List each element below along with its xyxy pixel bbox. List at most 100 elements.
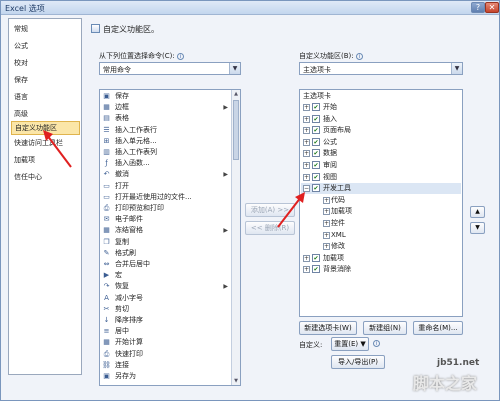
tree-tab-item[interactable]: + ✔ 页面布局: [301, 125, 461, 136]
expand-icon[interactable]: +: [303, 127, 310, 135]
tab-checkbox[interactable]: ✔: [312, 126, 320, 135]
tab-checkbox[interactable]: ✔: [312, 103, 320, 111]
tree-tab-item[interactable]: + ✔ 开始: [301, 102, 461, 113]
expand-icon[interactable]: +: [303, 104, 310, 111]
ribbon-tabs-select[interactable]: 主选项卡 ▼: [299, 62, 463, 75]
tree-group-item[interactable]: + XML: [301, 230, 461, 241]
tree-tab-item[interactable]: + ✔ 数据: [301, 148, 461, 159]
sidebar-item-save[interactable]: 保存: [11, 73, 80, 87]
expand-icon[interactable]: +: [303, 150, 310, 158]
expand-icon[interactable]: +: [303, 173, 310, 181]
tab-checkbox[interactable]: ✔: [312, 149, 320, 158]
command-item[interactable]: ▶ 宏: [100, 270, 232, 281]
link-icon: ⛓: [102, 360, 111, 369]
sidebar-item-trust-center[interactable]: 信任中心: [11, 170, 80, 184]
tab-checkbox[interactable]: ✔: [312, 172, 320, 181]
command-item[interactable]: ✂ 剪切: [100, 304, 232, 315]
import-export-button[interactable]: 导入/导出(P): [331, 355, 385, 369]
command-item[interactable]: ↶ 撤消 ▶: [100, 169, 232, 180]
command-item[interactable]: ▣ 保存: [100, 91, 232, 102]
reset-button[interactable]: 重置(E) ▼: [331, 337, 369, 351]
tree-group-item[interactable]: + 控件: [301, 218, 461, 229]
commands-scrollbar[interactable]: ▲ ▼: [231, 90, 240, 385]
scroll-down-icon[interactable]: ▼: [232, 377, 240, 385]
tree-tab-item[interactable]: − ✔ 开发工具: [301, 183, 461, 195]
command-item[interactable]: ▦ 冻结窗格 ▶: [100, 225, 232, 236]
close-button[interactable]: ✕: [485, 2, 499, 13]
scroll-thumb[interactable]: [233, 100, 239, 160]
new-tab-button[interactable]: 新建选项卡(W): [299, 321, 357, 335]
move-up-button[interactable]: ▲: [470, 206, 485, 218]
command-source-select[interactable]: 常用命令 ▼: [99, 62, 241, 75]
command-item[interactable]: ▥ 插入工作表列: [100, 147, 232, 158]
command-item[interactable]: ↓ 降序排序: [100, 315, 232, 326]
sidebar-item-general[interactable]: 常规: [11, 22, 80, 36]
command-item[interactable]: ▭ 打开最近使用过的文件...: [100, 192, 232, 203]
command-item[interactable]: ✉ 电子邮件: [100, 214, 232, 225]
expand-icon[interactable]: +: [303, 266, 310, 274]
tree-item-label: 代码: [331, 195, 345, 204]
command-item[interactable]: ↷ 恢复 ▶: [100, 281, 232, 292]
expand-icon[interactable]: +: [303, 254, 310, 262]
command-item[interactable]: ⊞ 插入单元格...: [100, 136, 232, 147]
expand-icon[interactable]: +: [323, 208, 330, 216]
tab-checkbox[interactable]: ✔: [312, 253, 320, 262]
tree-group-item[interactable]: + 加载项: [301, 206, 461, 217]
command-item[interactable]: ƒ 插入函数...: [100, 158, 232, 169]
expand-icon[interactable]: +: [303, 115, 310, 123]
chevron-down-icon[interactable]: ▼: [229, 63, 240, 74]
expand-icon[interactable]: +: [303, 162, 310, 169]
tree-item-label: 修改: [331, 242, 345, 251]
command-item[interactable]: ▦ 开始计算: [100, 337, 232, 348]
tree-tab-item[interactable]: + ✔ 插入: [301, 114, 461, 125]
command-item[interactable]: ≡ 居中: [100, 326, 232, 337]
sidebar-item-advanced[interactable]: 高级: [11, 107, 80, 121]
command-item[interactable]: ❐ 复制: [100, 237, 232, 248]
command-item[interactable]: ☰ 插入工作表行: [100, 125, 232, 136]
command-label: 边框: [115, 103, 129, 112]
tab-checkbox[interactable]: ✔: [312, 161, 320, 169]
sidebar-item-formulas[interactable]: 公式: [11, 39, 80, 53]
tab-checkbox[interactable]: ✔: [312, 137, 320, 146]
expand-icon[interactable]: +: [323, 231, 330, 239]
tree-tab-item[interactable]: + ✔ 背景消除: [301, 264, 461, 275]
expand-icon[interactable]: +: [323, 220, 330, 227]
command-item[interactable]: ▦ 边框 ▶: [100, 102, 232, 113]
sidebar-item-language[interactable]: 语言: [11, 90, 80, 104]
tab-checkbox[interactable]: ✔: [312, 114, 320, 123]
tree-tab-item[interactable]: + ✔ 视图: [301, 172, 461, 183]
new-group-button[interactable]: 新建组(N): [363, 321, 407, 335]
chevron-down-icon[interactable]: ▼: [451, 63, 462, 74]
command-item[interactable]: ▭ 打开: [100, 181, 232, 192]
command-source-value: 常用命令: [103, 66, 131, 74]
tab-checkbox[interactable]: ✔: [312, 184, 320, 193]
expand-icon[interactable]: +: [303, 138, 310, 146]
command-label: 降序排序: [115, 316, 143, 324]
command-item[interactable]: ✎ 格式刷: [100, 248, 232, 259]
tab-checkbox[interactable]: ✔: [312, 265, 320, 274]
commands-list[interactable]: ▣ 保存 ▦ 边框 ▶ ▤ 表格 ☰ 插入工作表行 ⊞ 插入单元格... ▥ 插入工作表列 ƒ 插入函数..…: [99, 89, 241, 386]
ribbon-tabs-tree[interactable]: 主选项卡 + ✔ 开始 + ✔ 插入 + ✔ 页面布局 + ✔ 公式 + ✔ 数据 + ✔ 审阅 + ✔ 视图 − ✔ 开发工…: [299, 89, 463, 317]
command-item[interactable]: ⎙ 快速打印: [100, 349, 232, 360]
tree-tab-item[interactable]: + ✔ 审阅: [301, 160, 461, 171]
command-item[interactable]: ⛓ 连接: [100, 360, 232, 371]
command-item[interactable]: ▣ 另存为: [100, 371, 232, 382]
expand-icon[interactable]: +: [323, 196, 330, 204]
help-button[interactable]: ?: [471, 2, 485, 13]
rename-button[interactable]: 重命名(M)...: [413, 321, 463, 335]
scroll-up-icon[interactable]: ▲: [232, 90, 240, 98]
command-item[interactable]: ⎙ 打印预览和打印: [100, 203, 232, 214]
tree-group-item[interactable]: + 修改: [301, 241, 461, 252]
expand-icon[interactable]: +: [323, 243, 330, 251]
command-item[interactable]: ▤ 表格: [100, 113, 232, 124]
command-item[interactable]: ⇔ 合并后居中: [100, 259, 232, 270]
sidebar-item-proofing[interactable]: 校对: [11, 56, 80, 70]
command-label: 居中: [115, 327, 129, 336]
tree-tab-item[interactable]: + ✔ 公式: [301, 137, 461, 148]
command-item[interactable]: A 减小字号: [100, 293, 232, 304]
table-icon: ▤: [103, 114, 110, 123]
tree-group-item[interactable]: + 代码: [301, 195, 461, 206]
move-down-button[interactable]: ▼: [470, 222, 485, 234]
tree-tab-item[interactable]: + ✔ 加载项: [301, 253, 461, 264]
command-label: 打开最近使用过的文件...: [115, 192, 192, 201]
